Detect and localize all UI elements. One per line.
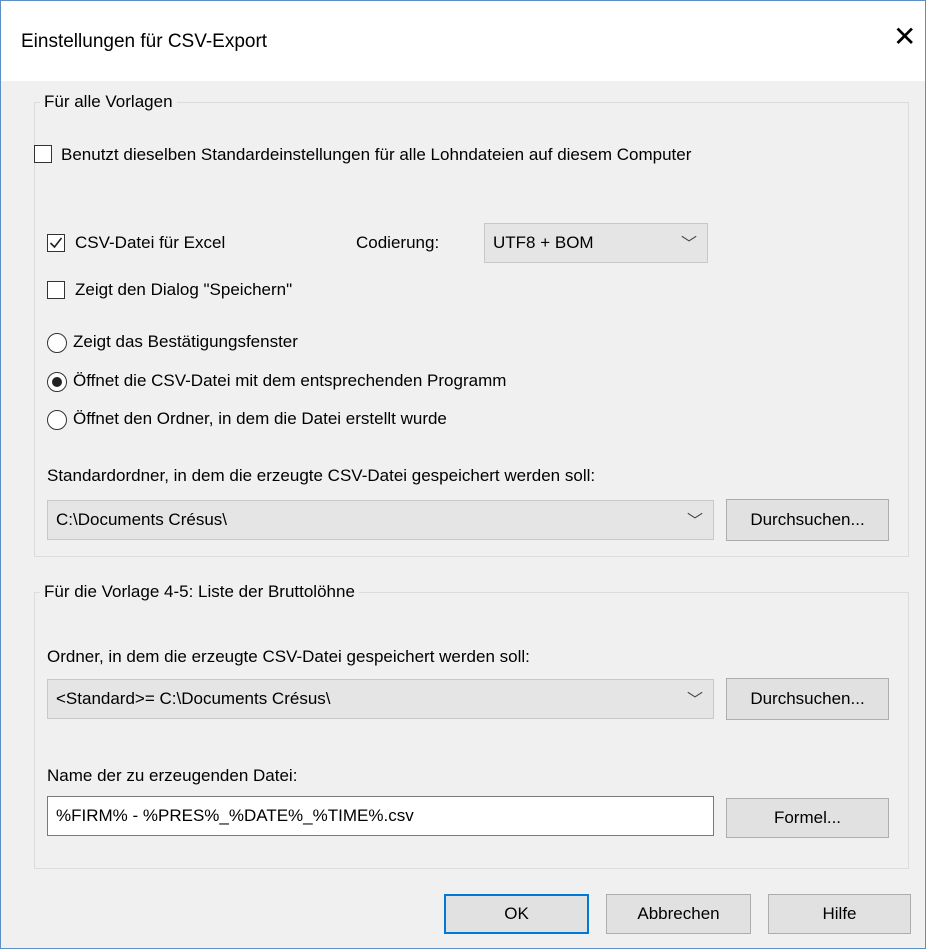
help-button[interactable]: Hilfe bbox=[768, 894, 911, 934]
csv-excel-checkbox[interactable] bbox=[47, 234, 65, 252]
ok-button-label: OK bbox=[504, 904, 529, 923]
radio-open-folder[interactable] bbox=[47, 410, 67, 430]
template-folder-select[interactable]: <Standard>= C:\Documents Crésus\ ﹀ bbox=[47, 679, 714, 719]
formula-button-label: Formel... bbox=[773, 808, 842, 827]
encoding-select[interactable]: UTF8 + BOM ﹀ bbox=[484, 223, 708, 263]
formula-button[interactable]: Formel... bbox=[726, 798, 889, 838]
group-all-legend: Für alle Vorlagen bbox=[40, 92, 177, 112]
group-template-legend: Für die Vorlage 4-5: Liste der Bruttolöh… bbox=[40, 582, 359, 602]
help-button-label: Hilfe bbox=[822, 904, 857, 923]
chevron-down-icon: ﹀ bbox=[686, 513, 703, 530]
radio-selected-dot bbox=[52, 377, 62, 387]
browse-button-label: Durchsuchen... bbox=[750, 510, 865, 529]
encoding-label: Codierung: bbox=[356, 233, 440, 252]
browse-button[interactable]: Durchsuchen... bbox=[726, 499, 889, 541]
radio-open-folder-label: Öffnet den Ordner, in dem die Datei erst… bbox=[73, 409, 447, 428]
template-browse-button[interactable]: Durchsuchen... bbox=[726, 678, 889, 720]
title-bar: Einstellungen für CSV-Export ✕ bbox=[1, 1, 925, 81]
chevron-down-icon: ﹀ bbox=[686, 692, 703, 709]
template-browse-button-label: Durchsuchen... bbox=[750, 689, 865, 708]
show-save-dialog-label: Zeigt den Dialog "Speichern" bbox=[75, 280, 293, 299]
window-title: Einstellungen für CSV-Export bbox=[21, 31, 268, 52]
ok-button[interactable]: OK bbox=[444, 894, 589, 934]
template-folder-label: Ordner, in dem die erzeugte CSV-Datei ge… bbox=[47, 647, 530, 666]
template-folder-value: <Standard>= C:\Documents Crésus\ bbox=[56, 689, 331, 708]
show-save-dialog-checkbox[interactable] bbox=[47, 281, 65, 299]
csv-excel-label: CSV-Datei für Excel bbox=[75, 233, 226, 252]
same-defaults-checkbox[interactable] bbox=[34, 145, 52, 163]
filename-label: Name der zu erzeugenden Datei: bbox=[47, 766, 298, 785]
filename-value: %FIRM% - %PRES%_%DATE%_%TIME%.csv bbox=[56, 806, 414, 825]
default-folder-label: Standardordner, in dem die erzeugte CSV-… bbox=[47, 466, 596, 485]
filename-input[interactable]: %FIRM% - %PRES%_%DATE%_%TIME%.csv bbox=[47, 796, 714, 836]
radio-open-file-label: Öffnet die CSV-Datei mit dem entsprechen… bbox=[73, 371, 507, 390]
close-icon[interactable]: ✕ bbox=[893, 23, 916, 51]
default-folder-select[interactable]: C:\Documents Crésus\ ﹀ bbox=[47, 500, 714, 540]
default-folder-value: C:\Documents Crésus\ bbox=[56, 510, 227, 529]
radio-open-file[interactable] bbox=[47, 372, 67, 392]
cancel-button[interactable]: Abbrechen bbox=[606, 894, 751, 934]
cancel-button-label: Abbrechen bbox=[637, 904, 720, 923]
dialog-window: Einstellungen für CSV-Export ✕ Für alle … bbox=[0, 0, 926, 949]
checkmark-icon bbox=[49, 237, 63, 249]
encoding-value: UTF8 + BOM bbox=[493, 233, 594, 252]
group-all-templates bbox=[34, 102, 909, 557]
chevron-down-icon: ﹀ bbox=[680, 236, 697, 253]
radio-show-confirmation[interactable] bbox=[47, 333, 67, 353]
same-defaults-label: Benutzt dieselben Standardeinstellungen … bbox=[61, 145, 692, 164]
radio-show-confirmation-label: Zeigt das Bestätigungsfenster bbox=[73, 332, 298, 351]
